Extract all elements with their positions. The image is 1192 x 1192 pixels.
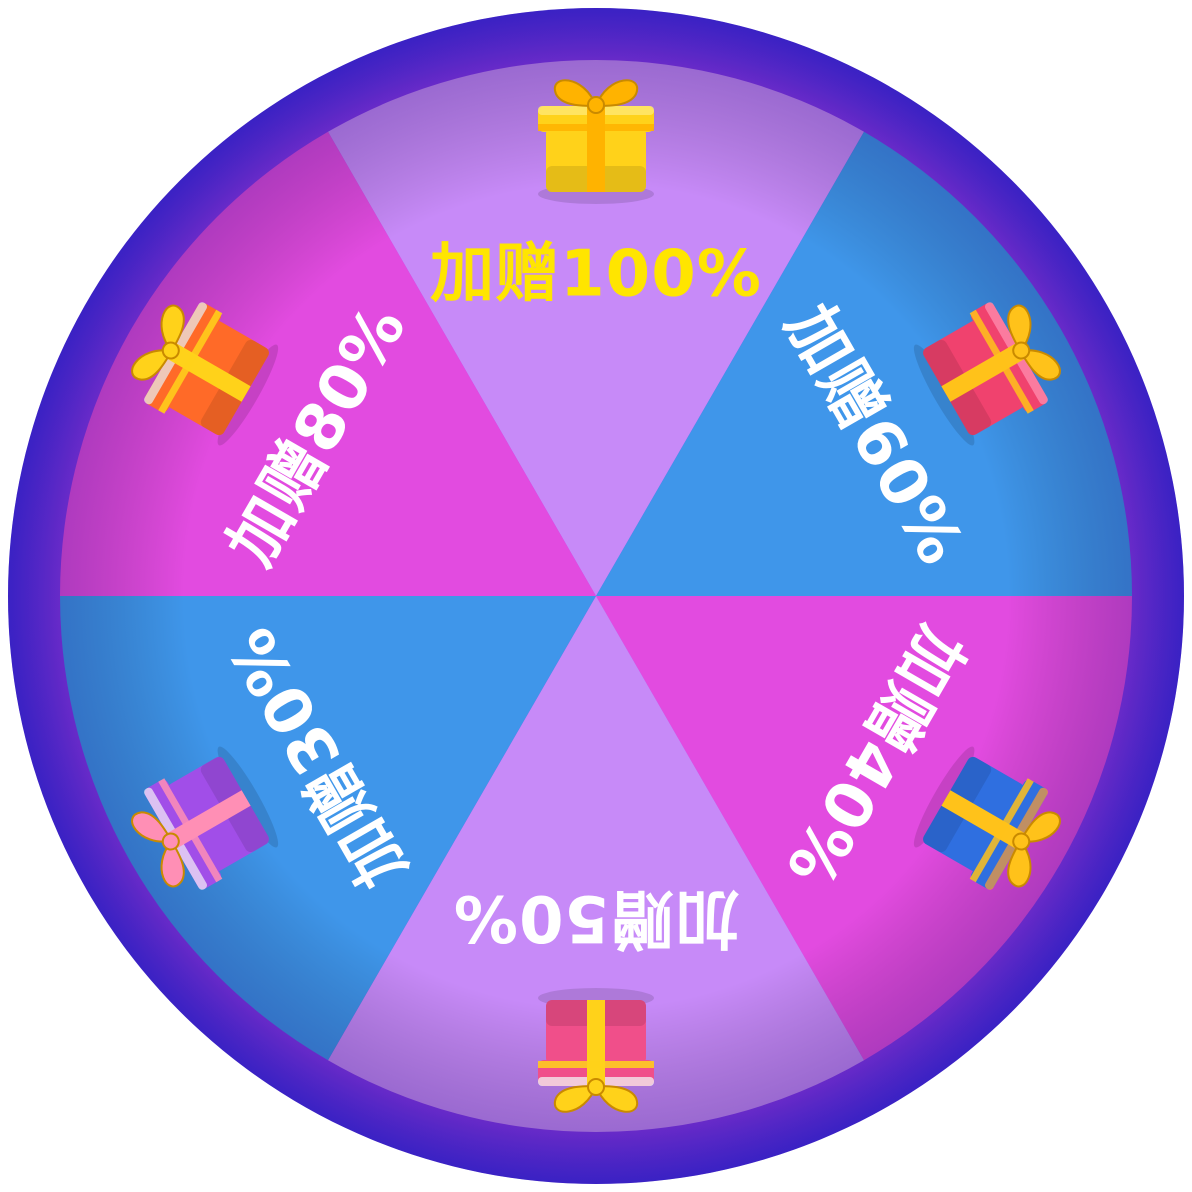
prize-wheel[interactable]: 加赠100%加赠60%加赠40%加赠50%加赠30%加赠80% <box>0 0 1192 1192</box>
prize-label: 加赠50% <box>453 880 739 954</box>
prize-label: 加赠100% <box>430 238 762 312</box>
